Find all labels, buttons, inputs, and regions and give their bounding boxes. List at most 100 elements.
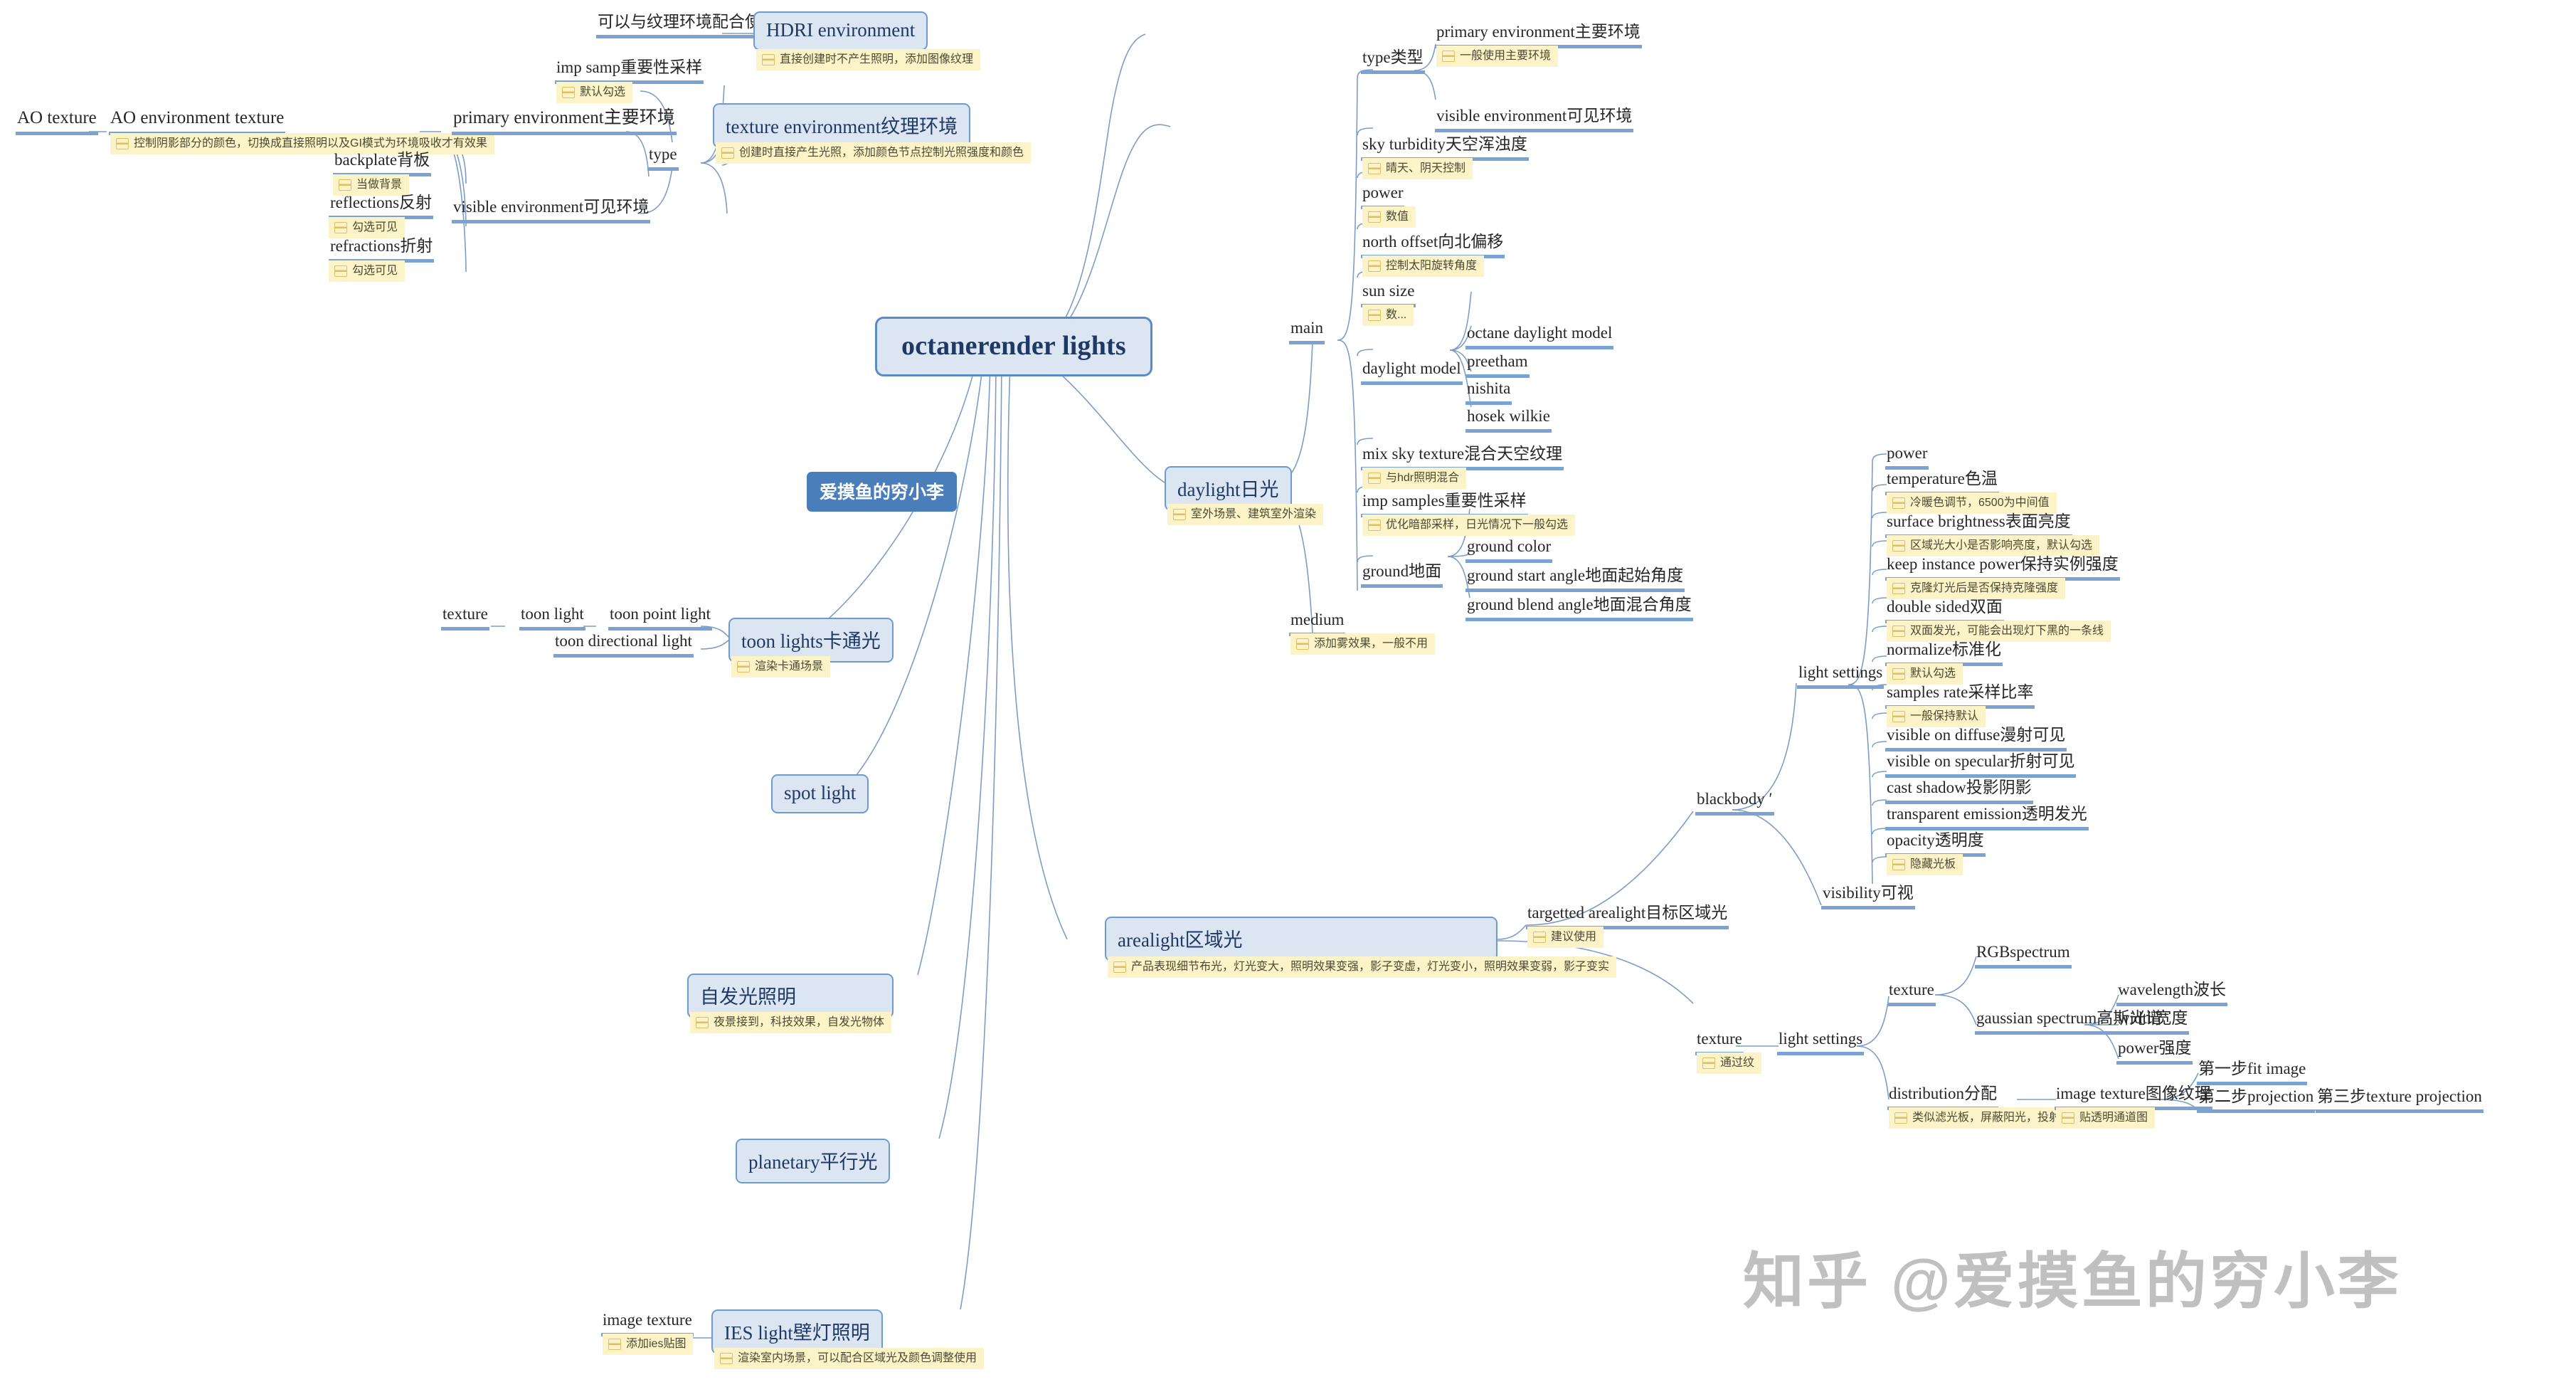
node-rgbspectrum[interactable]: RGBspectrum [1975, 943, 2072, 969]
node-ground-color[interactable]: ground color [1465, 537, 1553, 563]
root-node[interactable]: octanerender lights [875, 317, 1152, 376]
node-ls-visible-on-diffuse[interactable]: visible on diffuse漫射可见 [1885, 726, 2067, 751]
node-wavelength[interactable]: wavelength波长 [2116, 981, 2228, 1006]
node-ies-image-texture[interactable]: image texture [601, 1311, 694, 1336]
node-ls-surface-brightness[interactable]: surface brightness表面亮度 [1885, 512, 2072, 538]
node-hdri-environment[interactable]: HDRI environment [753, 11, 928, 51]
note-text: 一般使用主要环境 [1460, 50, 1552, 62]
node-preetham[interactable]: preetham [1465, 352, 1530, 378]
note-text: 默认勾选 [580, 86, 626, 98]
note-daylight-medium: 添加雾效果，一般不用 [1290, 633, 1436, 655]
node-width[interactable]: width宽度 [2116, 1009, 2190, 1035]
node-arealight-texture[interactable]: texture [1695, 1030, 1744, 1055]
node-texture-branch[interactable]: texture [1887, 981, 1936, 1006]
note-ls-opacity: 隐藏光板 [1887, 854, 1963, 875]
note-daylight: 室外场景、建筑室外渲染 [1167, 504, 1324, 525]
node-type-lei-xing[interactable]: type类型 [1361, 48, 1425, 74]
note-targetted-arealight: 建议使用 [1527, 927, 1604, 948]
note-text: 与hdr照明混合 [1386, 472, 1460, 484]
node-planetary-light[interactable]: planetary平行光 [736, 1139, 891, 1183]
node-imp-samp[interactable]: imp samp重要性采样 [555, 58, 704, 84]
node-hosek-wilkie[interactable]: hosek wilkie [1465, 407, 1552, 433]
node-hdri-child[interactable]: 可以与纹理环境配合使用 [596, 13, 779, 38]
node-ground[interactable]: ground地面 [1361, 562, 1443, 588]
node-toon-light[interactable]: toon light [519, 605, 585, 631]
node-type[interactable]: type [647, 145, 679, 171]
node-ground-start-angle[interactable]: ground start angle地面起始角度 [1465, 566, 1685, 592]
note-backplate: 当做背景 [333, 174, 410, 196]
node-ls-visible-on-specular[interactable]: visible on specular折射可见 [1885, 752, 2077, 778]
node-sky-turbidity[interactable]: sky turbidity天空浑浊度 [1361, 135, 1529, 161]
node-ao-texture[interactable]: AO texture [16, 108, 98, 135]
node-octane-daylight-model[interactable]: octane daylight model [1465, 324, 1614, 349]
node-ls-keep-instance-power[interactable]: keep instance power保持实例强度 [1885, 555, 2120, 581]
node-ls-double-sided[interactable]: double sided双面 [1885, 598, 2004, 623]
node-image-texture-arealight[interactable]: image texture图像纹理 [2055, 1085, 2212, 1110]
node-ls-normalize[interactable]: normalize标准化 [1885, 640, 2003, 666]
node-ground-blend-angle[interactable]: ground blend angle地面混合角度 [1465, 596, 1693, 621]
node-toon-point-light[interactable]: toon point light [608, 605, 712, 631]
note-icon [1442, 50, 1455, 62]
node-toon-directional-light[interactable]: toon directional light [553, 632, 694, 658]
node-step-projection[interactable]: 第二步projection [2197, 1087, 2316, 1113]
note-text: 一般保持默认 [1910, 710, 1979, 722]
node-ao-environment-texture[interactable]: AO environment texture [109, 108, 286, 135]
note-icon [1892, 710, 1905, 722]
node-distribution[interactable]: distribution分配 [1887, 1085, 1999, 1110]
note-image-texture-arealight: 贴透明通道图 [2056, 1107, 2156, 1129]
node-mix-sky-texture[interactable]: mix sky texture混合天空纹理 [1361, 445, 1564, 470]
note-icon [1892, 497, 1905, 509]
node-toon-texture[interactable]: texture [441, 605, 489, 631]
node-ls-power[interactable]: power [1885, 444, 1929, 470]
node-north-offset[interactable]: north offset向北偏移 [1361, 233, 1505, 258]
node-step-texture-projection[interactable]: 第三步texture projection [2316, 1087, 2484, 1113]
node-blackbody[interactable]: blackbody ′ [1695, 790, 1774, 816]
note-sun-size: 数... [1362, 305, 1414, 326]
node-backplate[interactable]: backplate背板 [333, 151, 432, 176]
node-reflections[interactable]: reflections反射 [329, 194, 434, 219]
note-primary-environment-daylight: 一般使用主要环境 [1436, 46, 1559, 67]
node-nishita[interactable]: nishita [1465, 379, 1512, 405]
node-visible-environment-left[interactable]: visible environment可见环境 [452, 198, 651, 223]
node-ls-samples-rate[interactable]: samples rate采样比率 [1885, 683, 2035, 709]
note-icon [608, 1338, 621, 1350]
note-icon [1368, 260, 1381, 272]
node-ls-temperature[interactable]: temperature色温 [1885, 470, 1999, 495]
note-text: 勾选可见 [352, 265, 398, 277]
node-spot-light[interactable]: spot light [771, 774, 869, 813]
node-primary-environment-daylight[interactable]: primary environment主要环境 [1435, 23, 1642, 48]
node-ls-cast-shadow[interactable]: cast shadow投影阴影 [1885, 779, 2033, 804]
note-emissive-lighting: 夜景接到，科技效果，自发光物体 [690, 1012, 892, 1033]
node-texture-light-settings[interactable]: light settings [1777, 1030, 1865, 1055]
note-imp-samples: 优化暗部采样，日光情况下一般勾选 [1362, 515, 1576, 536]
note-text: 产品表现细节布光，灯光变大，照明效果变强，影子变虚，灯光变小，照明效果变弱，影子… [1131, 961, 1610, 973]
note-arealight: 产品表现细节布光，灯光变大，照明效果变强，影子变虚，灯光变小，照明效果变弱，影子… [1108, 956, 1617, 978]
watermark: 知乎 @爱摸鱼的穷小李 [1743, 1248, 2402, 1316]
node-refractions[interactable]: refractions折射 [329, 237, 435, 263]
note-text: 添加雾效果，一般不用 [1314, 638, 1429, 650]
node-power-daylight[interactable]: power [1361, 184, 1405, 209]
node-power-strength[interactable]: power强度 [2116, 1039, 2193, 1065]
node-daylight-main[interactable]: main [1289, 319, 1325, 344]
node-visibility[interactable]: visibility可视 [1821, 884, 1915, 909]
note-text: 双面发光，可能会出现灯下黑的一条线 [1910, 625, 2104, 637]
node-texture-environment[interactable]: texture environment纹理环境 [713, 103, 971, 148]
node-ls-opacity[interactable]: opacity透明度 [1885, 831, 1986, 857]
node-ls-transparent-emission[interactable]: transparent emission透明发光 [1885, 805, 2089, 830]
node-daylight-medium[interactable]: medium [1289, 611, 1346, 636]
note-ies-light: 渲染室内场景，可以配合区域光及颜色调整使用 [714, 1348, 985, 1369]
note-icon [1892, 539, 1905, 552]
node-step-fit-image[interactable]: 第一步fit image [2197, 1060, 2308, 1085]
node-targetted-arealight[interactable]: targetted arealight目标区域光 [1526, 904, 1729, 929]
node-light-settings-blackbody[interactable]: light settings [1797, 663, 1885, 689]
node-primary-environment-left[interactable]: primary environment主要环境 [452, 108, 677, 135]
node-daylight-model[interactable]: daylight model [1361, 359, 1463, 385]
note-icon [696, 1016, 709, 1028]
node-arealight[interactable]: arealight区域光 [1105, 917, 1498, 961]
node-sun-size[interactable]: sun size [1361, 282, 1416, 307]
note-refractions: 勾选可见 [329, 260, 406, 282]
node-visible-environment-daylight[interactable]: visible environment可见环境 [1435, 107, 1634, 132]
note-text: 克隆灯光后是否保持克隆强度 [1910, 582, 2059, 594]
node-imp-samples[interactable]: imp samples重要性采样 [1361, 492, 1528, 517]
note-icon [562, 86, 575, 98]
